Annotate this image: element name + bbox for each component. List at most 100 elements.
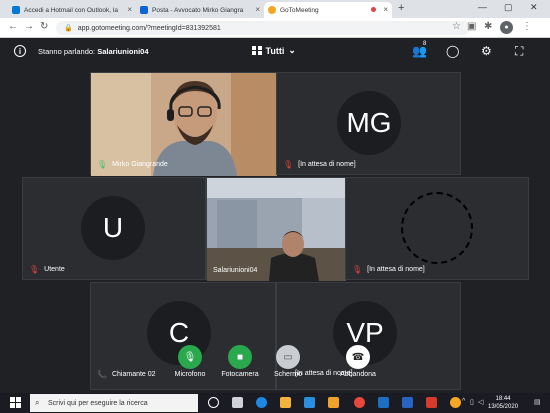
windows-start-icon[interactable]	[10, 397, 21, 408]
chevron-down-icon: ⌄	[288, 45, 296, 55]
extensions-icon[interactable]: ✱	[484, 21, 492, 32]
file-explorer-icon[interactable]	[280, 397, 291, 408]
browser-tab-hotmail[interactable]: Accedi a Hotmail con Outlook, la ×	[8, 2, 136, 18]
network-icon[interactable]: ▯	[470, 398, 474, 406]
bookmark-star-icon[interactable]: ☆	[452, 21, 461, 32]
lock-icon: 🔒	[64, 25, 73, 32]
mail-icon[interactable]	[378, 397, 389, 408]
tab-label: GoToMeeting	[280, 6, 319, 14]
speaking-label: Stanno parlando:	[38, 47, 96, 56]
windows-taskbar: ⌕ Scrivi qui per eseguire la ricerca ^ ▯…	[0, 393, 550, 413]
clock-time: 18:44	[495, 396, 511, 402]
store-icon[interactable]	[304, 397, 315, 408]
search-placeholder: Scrivi qui per eseguire la ricerca	[48, 399, 148, 407]
reload-icon[interactable]: ↻	[40, 21, 48, 32]
control-label: Fotocamera	[221, 371, 259, 378]
leave-button[interactable]: ☎ Abbandona	[333, 345, 383, 378]
video-tile-mg[interactable]: MG 🎙 [In attesa di nome]	[276, 72, 461, 175]
participant-name: [In attesa di nome]	[298, 161, 356, 168]
address-bar[interactable]: 🔒 app.gotomeeting.com/?meetingId=8313925…	[56, 21, 470, 35]
outlook-icon	[12, 6, 20, 14]
camera-permission-icon[interactable]: ▣	[467, 21, 476, 32]
back-icon[interactable]: ←	[8, 21, 18, 32]
screen-share-button[interactable]: ▭ Schermo	[263, 345, 313, 378]
participant-nametag: Salariunioni04	[213, 267, 257, 274]
settings-gear-icon[interactable]: ⚙	[481, 44, 492, 58]
screen-icon: ▭	[276, 345, 300, 369]
tab-label: Accedi a Hotmail con Outlook, la	[24, 6, 118, 14]
window-close-icon[interactable]: ✕	[530, 2, 538, 13]
control-label: Microfono	[174, 371, 206, 378]
participant-nametag: 🎙 Mirko Giangrande	[97, 160, 168, 169]
control-label: Schermo	[273, 371, 302, 378]
url-text: app.gotomeeting.com/?meetingId=831392581	[77, 24, 221, 32]
browser-toolbar: ← → ↻ 🔒 app.gotomeeting.com/?meetingId=8…	[0, 18, 550, 38]
task-view-icon[interactable]	[232, 397, 243, 408]
participant-video	[207, 178, 346, 281]
menu-icon[interactable]: ⋮	[522, 21, 532, 32]
participant-nametag: 🎙 [In attesa di nome]	[352, 265, 425, 274]
camera-button[interactable]: ■ Fotocamera	[215, 345, 265, 378]
system-tray-chevron-icon[interactable]: ^	[462, 398, 465, 405]
microphone-button[interactable]: 🎙 Microfono	[165, 345, 215, 378]
edge-icon[interactable]	[256, 397, 267, 408]
browser-tab-posta[interactable]: Posta - Avvocato Mirko Giangra ×	[136, 2, 264, 18]
video-tile-mirko[interactable]: 🎙 Mirko Giangrande	[90, 72, 277, 176]
acrobat-icon[interactable]	[426, 397, 437, 408]
video-tile-utente[interactable]: U 🎙 Utente	[22, 177, 206, 280]
chrome-icon[interactable]	[354, 397, 365, 408]
participant-initials: MG	[337, 91, 401, 155]
volume-icon[interactable]: ◁	[478, 398, 483, 406]
participant-initials: U	[81, 196, 145, 260]
search-icon: ⌕	[35, 398, 40, 407]
microphone-icon: 🎙	[97, 160, 108, 169]
participant-name: [In attesa di nome]	[367, 266, 425, 273]
forward-icon[interactable]: →	[24, 21, 34, 32]
video-tile-waiting[interactable]: 🎙 [In attesa di nome]	[345, 177, 529, 280]
notifications-icon[interactable]: ▤	[534, 398, 541, 406]
speaking-name: Salariunioni04	[97, 47, 149, 56]
participant-nametag: 🎙 Utente	[29, 265, 65, 274]
minimize-icon[interactable]: —	[478, 2, 487, 12]
close-icon[interactable]: ×	[255, 5, 260, 14]
loading-ring-icon	[401, 192, 473, 264]
maximize-icon[interactable]: ▢	[504, 2, 513, 13]
close-icon[interactable]: ×	[383, 5, 388, 14]
view-label: Tutti	[265, 45, 285, 56]
cortana-icon[interactable]	[208, 397, 219, 408]
new-tab-button[interactable]: +	[398, 2, 404, 14]
grid-view-icon	[252, 45, 262, 56]
info-icon[interactable]: i	[14, 45, 26, 57]
view-selector[interactable]: Tutti ⌄	[252, 45, 296, 56]
chat-icon[interactable]: ◯	[446, 44, 459, 58]
microphone-muted-icon: 🎙	[29, 265, 40, 274]
gotomeeting-icon	[268, 6, 276, 14]
meeting-header: i Stanno parlando: Salariunioni04 Tutti …	[0, 38, 550, 66]
active-speaker: Stanno parlando: Salariunioni04	[38, 47, 149, 56]
browser-tab-gotomeeting[interactable]: GoToMeeting ×	[264, 2, 392, 18]
participant-name: Utente	[44, 266, 65, 273]
clock-date: 13/05/2020	[488, 404, 519, 410]
close-icon[interactable]: ×	[127, 5, 132, 14]
camera-icon: ■	[228, 345, 252, 369]
participant-nametag: 🎙 [In attesa di nome]	[283, 160, 356, 169]
tab-label: Posta - Avvocato Mirko Giangra	[152, 6, 244, 14]
microphone-icon: 🎙	[178, 345, 202, 369]
app-icon[interactable]	[328, 397, 339, 408]
taskbar-clock[interactable]: 18:44 13/05/2020	[488, 395, 518, 411]
video-tile-salariunioni04[interactable]: Salariunioni04	[206, 177, 346, 281]
browser-tab-strip: Accedi a Hotmail con Outlook, la × Posta…	[0, 0, 550, 18]
word-icon[interactable]	[402, 397, 413, 408]
recording-dot-icon	[371, 7, 376, 12]
fullscreen-icon[interactable]: ⛶	[515, 44, 523, 59]
microphone-muted-icon: 🎙	[283, 160, 294, 169]
taskbar-search-input[interactable]: ⌕ Scrivi qui per eseguire la ricerca	[30, 394, 198, 412]
participant-name: Mirko Giangrande	[112, 161, 168, 168]
participants-count: 8	[423, 41, 427, 47]
control-label: Abbandona	[340, 371, 376, 378]
outlook-mail-icon	[140, 6, 148, 14]
participant-name: Salariunioni04	[213, 267, 258, 274]
participant-nametag: 📞 Chiamante 02	[97, 370, 156, 379]
gotomeeting-taskbar-icon[interactable]	[450, 397, 461, 408]
profile-avatar[interactable]: ●	[500, 21, 513, 34]
